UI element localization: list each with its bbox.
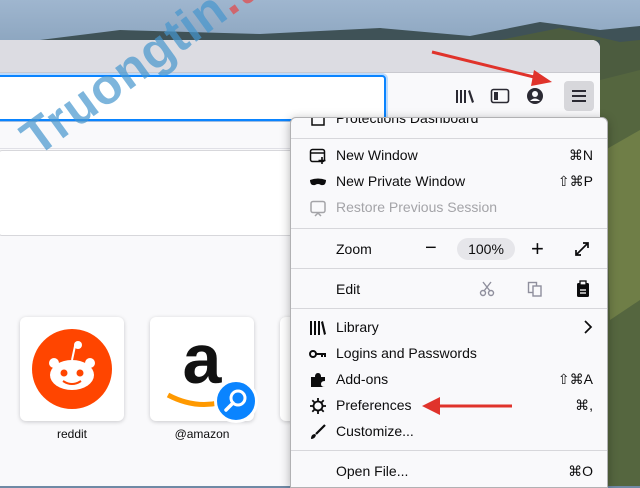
top-site-label-amazon: @amazon xyxy=(174,427,230,441)
menu-item-protections-dashboard[interactable]: Protections Dashboard xyxy=(291,118,607,132)
menu-item-logins-and-passwords[interactable]: Logins and Passwords xyxy=(291,341,607,367)
menu-item-preferences[interactable]: Preferences ⌘, xyxy=(291,393,607,419)
library-icon xyxy=(309,319,327,337)
menu-item-zoom: Zoom − 100% + xyxy=(291,235,607,265)
shield-icon xyxy=(309,118,327,128)
title-bar xyxy=(0,40,600,73)
menu-item-library[interactable]: Library xyxy=(291,315,607,341)
zoom-in-button[interactable]: + xyxy=(531,236,544,262)
menu-item-customize[interactable]: Customize... xyxy=(291,419,607,445)
menu-item-restore-previous-session[interactable]: Restore Previous Session xyxy=(291,195,607,221)
cut-icon[interactable] xyxy=(479,281,495,300)
menu-item-open-file[interactable]: Open File... ⌘O xyxy=(291,459,607,485)
menu-separator xyxy=(291,308,607,309)
menu-item-new-window[interactable]: New Window ⌘N xyxy=(291,143,607,169)
menu-separator xyxy=(291,138,607,139)
url-bar[interactable] xyxy=(0,75,386,121)
restore-session-icon xyxy=(309,199,327,217)
private-mask-icon xyxy=(309,173,327,191)
menu-item-add-ons[interactable]: Add-ons ⇧⌘A xyxy=(291,367,607,393)
fullscreen-icon[interactable] xyxy=(573,240,591,261)
zoom-reset-button[interactable]: 100% xyxy=(457,238,515,260)
top-site-tile-reddit[interactable] xyxy=(20,317,124,421)
key-icon xyxy=(309,345,327,363)
menu-item-new-private-window[interactable]: New Private Window ⇧⌘P xyxy=(291,169,607,195)
puzzle-piece-icon xyxy=(309,371,327,389)
new-window-icon xyxy=(309,147,327,165)
paste-icon[interactable] xyxy=(575,280,591,301)
menu-separator xyxy=(291,268,607,269)
search-shortcut-badge xyxy=(214,379,258,423)
hamburger-icon xyxy=(572,90,586,102)
zoom-out-button[interactable]: − xyxy=(425,237,437,260)
gear-icon xyxy=(309,397,327,415)
app-menu-panel: Protections Dashboard New Window ⌘N New … xyxy=(290,117,608,488)
copy-icon[interactable] xyxy=(527,281,543,300)
top-site-label-reddit: reddit xyxy=(56,427,88,441)
top-site-tile-amazon[interactable]: a xyxy=(150,317,258,423)
menu-separator xyxy=(291,228,607,229)
menu-separator xyxy=(291,450,607,451)
sidebar-icon[interactable] xyxy=(487,83,513,109)
navigation-toolbar xyxy=(0,73,600,122)
account-icon[interactable] xyxy=(522,83,548,109)
menu-item-edit: Edit xyxy=(291,275,607,305)
reddit-logo-icon xyxy=(32,329,112,409)
search-icon xyxy=(224,389,247,412)
paintbrush-icon xyxy=(309,423,327,441)
open-menu-button[interactable] xyxy=(564,81,594,111)
library-icon[interactable] xyxy=(452,83,478,109)
chevron-right-icon xyxy=(583,319,593,338)
